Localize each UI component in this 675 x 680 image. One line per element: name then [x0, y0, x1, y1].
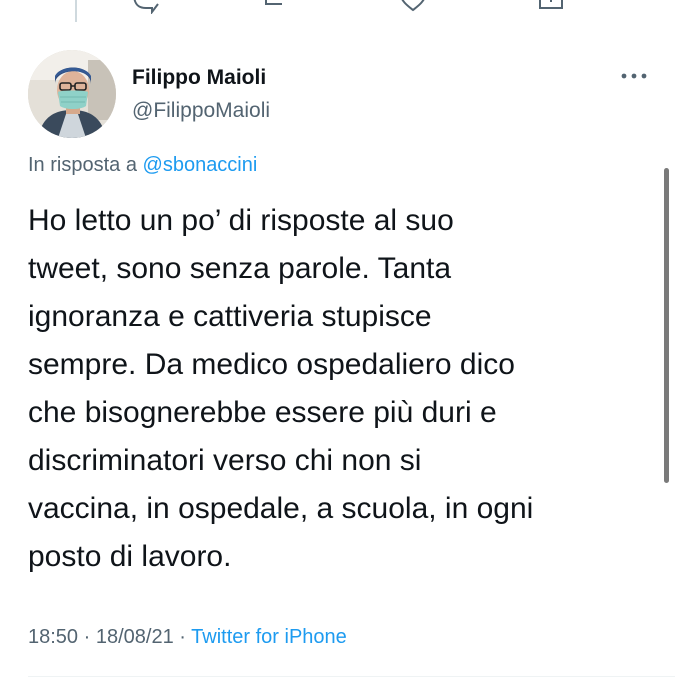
share-icon[interactable] — [536, 0, 566, 14]
previous-tweet-actions — [0, 0, 675, 14]
separator: · — [179, 626, 186, 648]
tweet-text: Ho letto un po’ di risposte al suo tweet… — [28, 204, 534, 573]
reply-prefix: In risposta a — [28, 154, 137, 176]
tweet-source-link[interactable]: Twitter for iPhone — [191, 626, 347, 648]
author-handle[interactable]: @FilippoMaioli — [132, 99, 270, 123]
like-icon[interactable] — [398, 0, 428, 14]
more-icon[interactable] — [620, 70, 648, 82]
tweet-metadata: 18:50 · 18/08/21 · Twitter for iPhone — [28, 626, 347, 649]
tweet-date[interactable]: 18/08/21 — [96, 626, 174, 648]
author-name[interactable]: Filippo Maioli — [132, 66, 266, 90]
divider — [28, 676, 675, 677]
scrollbar[interactable] — [664, 168, 669, 483]
retweet-icon[interactable] — [262, 0, 302, 14]
avatar[interactable] — [28, 50, 116, 138]
separator: · — [83, 626, 91, 648]
reply-context: In risposta a @sbonaccini — [28, 154, 257, 177]
avatar-photo — [28, 50, 116, 138]
reply-icon[interactable] — [130, 0, 160, 14]
reply-mention-link[interactable]: @sbonaccini — [143, 154, 258, 176]
tweet-time[interactable]: 18:50 — [28, 626, 78, 648]
